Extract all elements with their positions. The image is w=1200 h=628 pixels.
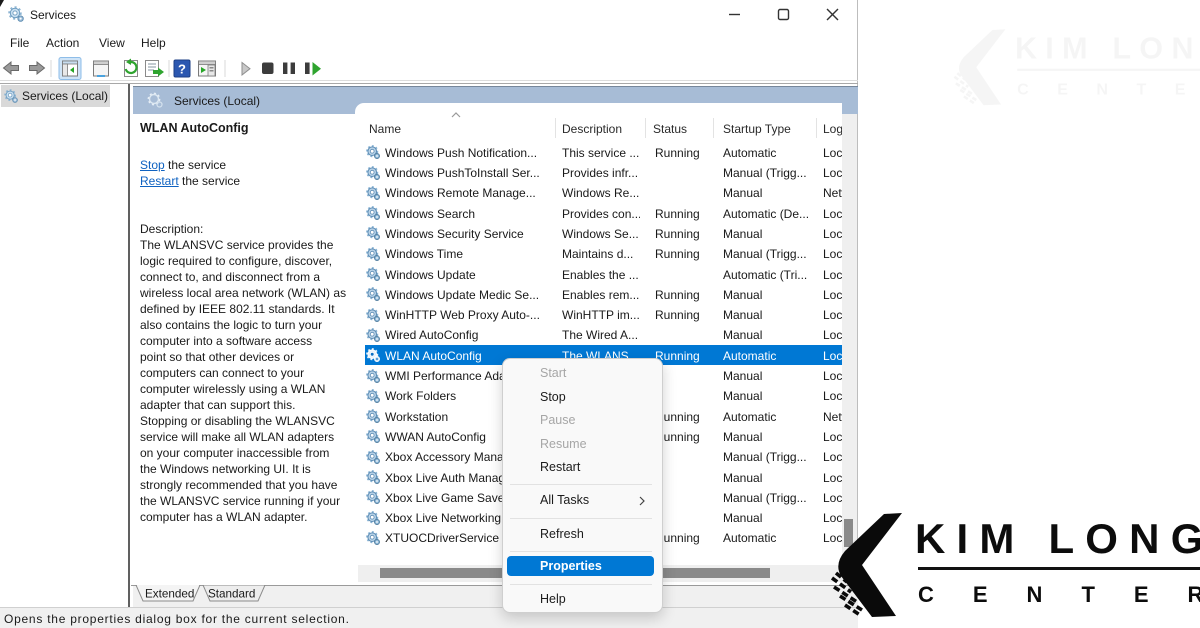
svg-text:Extended: Extended	[145, 588, 194, 601]
svg-text:Standard: Standard	[208, 588, 255, 601]
svg-text:?: ?	[178, 62, 186, 77]
